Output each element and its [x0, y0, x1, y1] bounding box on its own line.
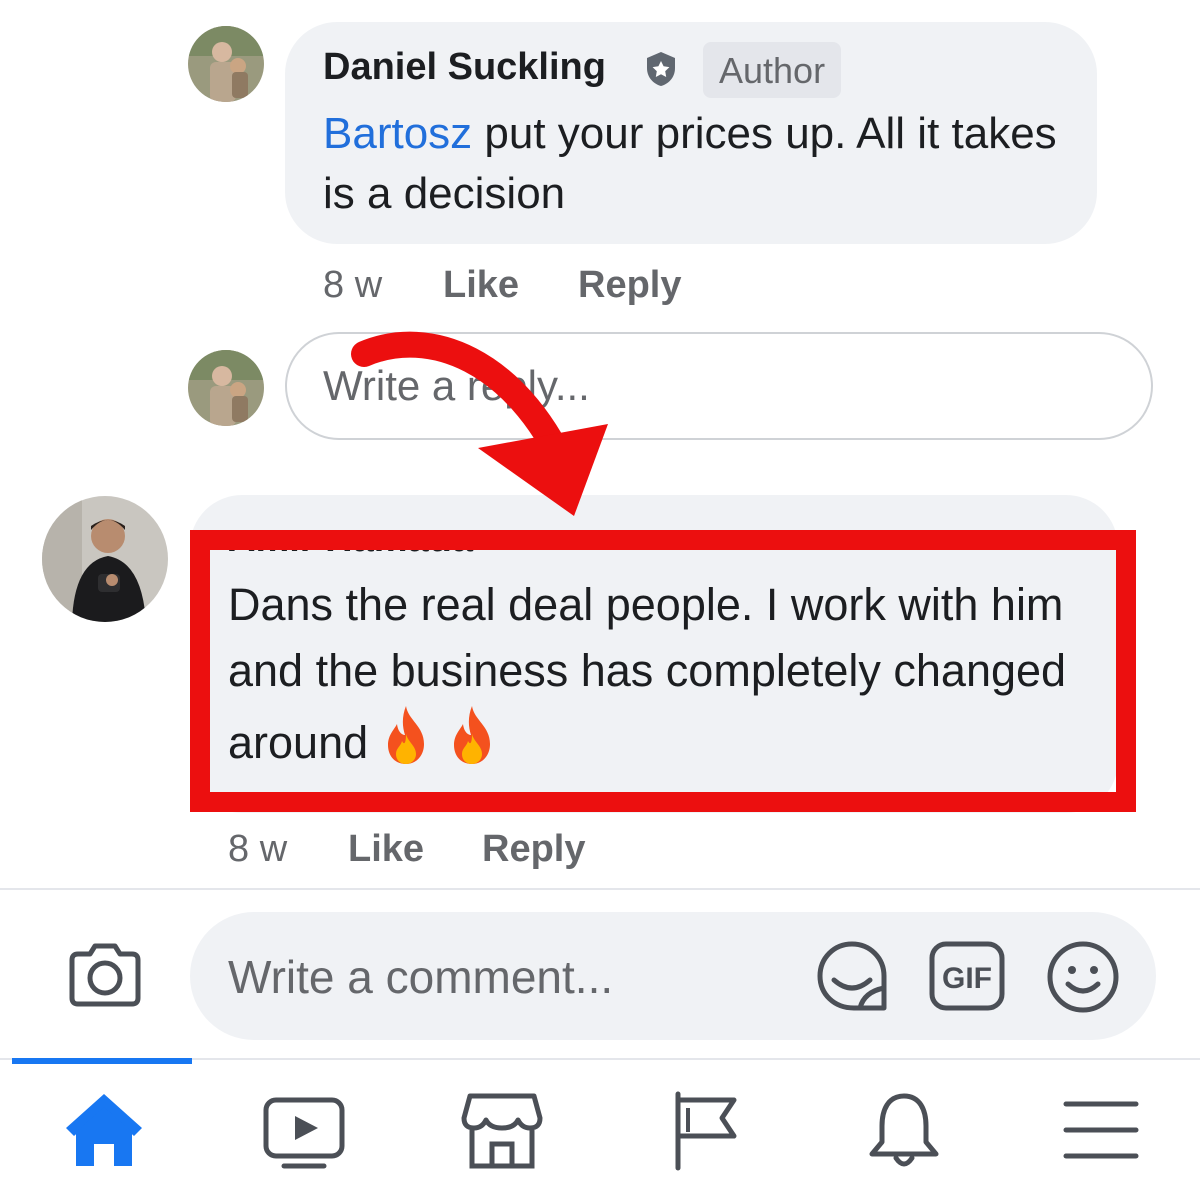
nav-marketplace-tab[interactable]	[460, 1088, 544, 1172]
nav-home-tab[interactable]	[62, 1088, 146, 1172]
emoji-icon[interactable]	[1046, 940, 1120, 1014]
nav-active-indicator	[12, 1058, 192, 1064]
reply-button[interactable]: Reply	[482, 828, 585, 871]
nav-notifications-tab[interactable]	[862, 1088, 946, 1172]
comment-author-name[interactable]: Daniel Suckling	[323, 46, 606, 89]
svg-text:GIF: GIF	[942, 962, 992, 995]
comment-input-placeholder[interactable]: Write a comment...	[228, 950, 613, 1004]
camera-icon[interactable]	[66, 938, 144, 1010]
home-icon	[66, 1094, 142, 1166]
mention-link[interactable]: Bartosz	[323, 109, 472, 158]
avatar-daniel-suckling[interactable]	[188, 26, 264, 102]
comment-timestamp[interactable]: 8 w	[228, 828, 287, 871]
gif-icon[interactable]: GIF	[928, 940, 1006, 1012]
notifications-bell-icon	[869, 1093, 939, 1167]
marketplace-icon	[461, 1093, 543, 1169]
avatar-amir-hamada[interactable]	[42, 496, 168, 622]
nav-menu-tab[interactable]	[1060, 1088, 1144, 1172]
highlight-annotation-box	[190, 530, 1136, 812]
author-badge: Author	[703, 42, 842, 98]
watch-icon	[263, 1097, 345, 1169]
sticker-icon[interactable]	[814, 938, 890, 1014]
comment-text: Bartosz put your prices up. All it takes…	[323, 104, 1083, 224]
nav-pages-tab[interactable]	[664, 1088, 748, 1172]
nav-watch-tab[interactable]	[262, 1088, 346, 1172]
comment-timestamp[interactable]: 8 w	[323, 264, 382, 307]
annotation-arrow	[351, 331, 608, 516]
section-divider	[0, 888, 1200, 890]
pages-flag-icon	[675, 1091, 737, 1171]
avatar-current-user	[188, 350, 264, 426]
reply-button[interactable]: Reply	[578, 264, 681, 307]
verified-shield-icon	[643, 50, 679, 88]
menu-icon	[1063, 1101, 1139, 1159]
like-button[interactable]: Like	[348, 828, 424, 871]
like-button[interactable]: Like	[443, 264, 519, 307]
